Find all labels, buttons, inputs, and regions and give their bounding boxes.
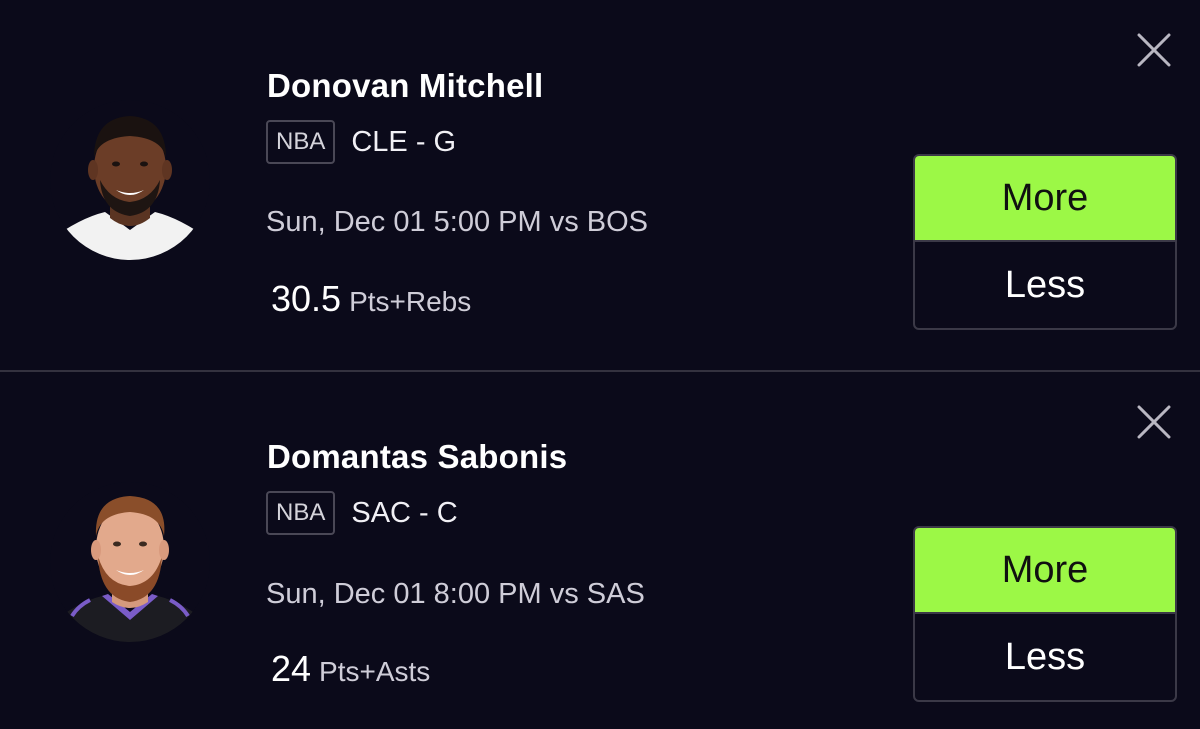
player-avatar: [50, 482, 210, 642]
league-badge: NBA: [266, 491, 336, 535]
less-button[interactable]: Less: [915, 242, 1175, 328]
line-stat: Pts+Asts: [319, 656, 431, 687]
projection-line: 30.5 Pts+Rebs: [271, 278, 471, 320]
projection-line: 24 Pts+Asts: [271, 648, 430, 690]
close-icon[interactable]: [1134, 30, 1174, 70]
player-meta: NBA CLE - G: [266, 120, 456, 164]
less-button[interactable]: Less: [915, 614, 1175, 700]
line-value: 30.5: [271, 278, 342, 319]
pick-card: Domantas Sabonis NBA SAC - C Sun, Dec 01…: [0, 372, 1200, 729]
game-info: Sun, Dec 01 5:00 PM vs BOS: [266, 206, 649, 238]
player-name: Domantas Sabonis: [267, 438, 568, 475]
player-name: Donovan Mitchell: [267, 67, 544, 104]
picks-list: Donovan Mitchell NBA CLE - G Sun, Dec 01…: [0, 0, 1200, 729]
more-less-selector: More Less: [913, 154, 1177, 330]
close-icon[interactable]: [1134, 402, 1174, 442]
line-value: 24: [271, 648, 312, 689]
player-headshot-icon: [50, 496, 210, 642]
pick-card: Donovan Mitchell NBA CLE - G Sun, Dec 01…: [0, 0, 1200, 370]
more-button[interactable]: More: [915, 156, 1175, 242]
team-position: SAC - C: [351, 496, 458, 529]
player-meta: NBA SAC - C: [266, 491, 458, 535]
player-headshot-icon: [50, 116, 210, 260]
more-button[interactable]: More: [915, 528, 1175, 614]
team-position: CLE - G: [351, 125, 457, 158]
more-less-selector: More Less: [913, 526, 1177, 702]
league-badge: NBA: [266, 120, 336, 164]
player-avatar: [50, 100, 210, 260]
line-stat: Pts+Rebs: [349, 286, 472, 317]
game-info: Sun, Dec 01 8:00 PM vs SAS: [266, 578, 645, 610]
